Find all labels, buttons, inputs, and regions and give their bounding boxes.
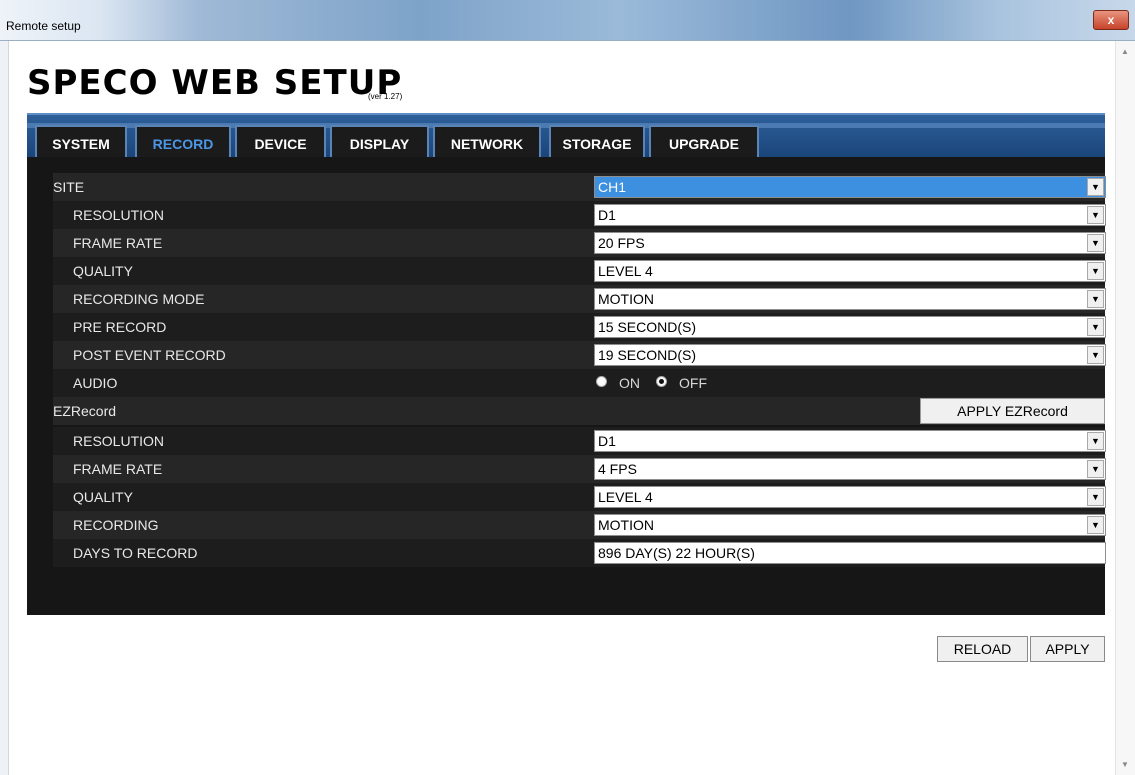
ezrecord-row: EZRecord APPLY EZRecord bbox=[53, 397, 1105, 425]
vertical-scrollbar[interactable]: ▲ ▼ bbox=[1115, 41, 1135, 775]
ez-resolution-select[interactable]: D1 ▼ bbox=[594, 430, 1106, 452]
ez-quality-label: QUALITY bbox=[73, 489, 133, 505]
ez-quality-select[interactable]: LEVEL 4 ▼ bbox=[594, 486, 1106, 508]
reload-button[interactable]: RELOAD bbox=[937, 636, 1028, 662]
ez-quality-select-value: LEVEL 4 bbox=[598, 489, 653, 505]
site-select-value: CH1 bbox=[598, 179, 627, 195]
tab-upgrade[interactable]: UPGRADE bbox=[649, 125, 759, 159]
chevron-down-icon[interactable]: ▼ bbox=[1087, 460, 1104, 478]
pre-record-select[interactable]: 15 SECOND(S) ▼ bbox=[594, 316, 1106, 338]
quality-select[interactable]: LEVEL 4 ▼ bbox=[594, 260, 1106, 282]
tab-system[interactable]: SYSTEM bbox=[35, 125, 127, 159]
quality-label: QUALITY bbox=[73, 263, 133, 279]
ez-frame-rate-row: FRAME RATE 4 FPS ▼ bbox=[53, 455, 1106, 483]
ez-frame-rate-select-value: 4 FPS bbox=[598, 461, 637, 477]
post-event-record-select[interactable]: 19 SECOND(S) ▼ bbox=[594, 344, 1106, 366]
chevron-down-icon[interactable]: ▼ bbox=[1087, 346, 1104, 364]
version-label: (ver 1.27) bbox=[368, 92, 403, 101]
recording-mode-select-value: MOTION bbox=[598, 291, 654, 307]
scroll-down-icon[interactable]: ▼ bbox=[1121, 760, 1129, 769]
ez-frame-rate-select[interactable]: 4 FPS ▼ bbox=[594, 458, 1106, 480]
audio-off-radio[interactable] bbox=[656, 376, 667, 387]
days-to-record-value: 896 DAY(S) 22 HOUR(S) bbox=[598, 545, 755, 561]
tab-device[interactable]: DEVICE bbox=[235, 125, 326, 159]
tab-bar: SYSTEM RECORD DEVICE DISPLAY NETWORK STO… bbox=[27, 113, 1105, 159]
ez-resolution-row: RESOLUTION D1 ▼ bbox=[53, 427, 1106, 455]
quality-select-value: LEVEL 4 bbox=[598, 263, 653, 279]
post-event-record-label: POST EVENT RECORD bbox=[73, 347, 226, 363]
recording-mode-row: RECORDING MODE MOTION ▼ bbox=[53, 285, 1106, 313]
tab-record[interactable]: RECORD bbox=[135, 125, 231, 159]
frame-rate-select[interactable]: 20 FPS ▼ bbox=[594, 232, 1106, 254]
close-button[interactable]: x bbox=[1093, 10, 1129, 30]
frame-rate-row: FRAME RATE 20 FPS ▼ bbox=[53, 229, 1106, 257]
audio-on-radio[interactable] bbox=[596, 376, 607, 387]
ez-recording-label: RECORDING bbox=[73, 517, 159, 533]
chevron-down-icon[interactable]: ▼ bbox=[1087, 318, 1104, 336]
audio-label: AUDIO bbox=[73, 375, 118, 391]
chevron-down-icon[interactable]: ▼ bbox=[1087, 178, 1104, 196]
resolution-select-value: D1 bbox=[598, 207, 616, 223]
chevron-down-icon[interactable]: ▼ bbox=[1087, 432, 1104, 450]
close-icon: x bbox=[1107, 13, 1115, 27]
tab-display[interactable]: DISPLAY bbox=[330, 125, 429, 159]
chevron-down-icon[interactable]: ▼ bbox=[1087, 206, 1104, 224]
tab-network[interactable]: NETWORK bbox=[433, 125, 541, 159]
ez-resolution-label: RESOLUTION bbox=[73, 433, 165, 449]
window-titlebar: Remote setup x bbox=[0, 0, 1135, 41]
site-select[interactable]: CH1 ▼ bbox=[594, 176, 1106, 198]
chevron-down-icon[interactable]: ▼ bbox=[1087, 290, 1104, 308]
quality-row: QUALITY LEVEL 4 ▼ bbox=[53, 257, 1106, 285]
ez-recording-row: RECORDING MOTION ▼ bbox=[53, 511, 1106, 539]
audio-on-label: ON bbox=[619, 375, 640, 391]
window-left-border bbox=[0, 41, 9, 775]
ez-resolution-select-value: D1 bbox=[598, 433, 616, 449]
frame-rate-select-value: 20 FPS bbox=[598, 235, 645, 251]
ezrecord-label: EZRecord bbox=[53, 403, 117, 419]
apply-button[interactable]: APPLY bbox=[1030, 636, 1105, 662]
audio-row: AUDIO ON OFF bbox=[53, 369, 1105, 397]
pre-record-row: PRE RECORD 15 SECOND(S) ▼ bbox=[53, 313, 1106, 341]
ez-frame-rate-label: FRAME RATE bbox=[73, 461, 163, 477]
audio-off-label: OFF bbox=[679, 375, 707, 391]
record-settings-panel: SITE CH1 ▼ RESOLUTION D1 ▼ FRAME RATE 20… bbox=[27, 157, 1106, 615]
chevron-down-icon[interactable]: ▼ bbox=[1087, 262, 1104, 280]
resolution-label: RESOLUTION bbox=[73, 207, 165, 223]
tab-storage[interactable]: STORAGE bbox=[549, 125, 645, 159]
post-event-record-select-value: 19 SECOND(S) bbox=[598, 347, 697, 363]
ez-recording-select[interactable]: MOTION ▼ bbox=[594, 514, 1106, 536]
recording-mode-label: RECORDING MODE bbox=[73, 291, 205, 307]
site-label: SITE bbox=[53, 179, 85, 195]
chevron-down-icon[interactable]: ▼ bbox=[1087, 488, 1104, 506]
post-event-record-row: POST EVENT RECORD 19 SECOND(S) ▼ bbox=[53, 341, 1106, 369]
page-title: SPECO WEB SETUP bbox=[27, 63, 403, 103]
days-to-record-label: DAYS TO RECORD bbox=[73, 545, 198, 561]
recording-mode-select[interactable]: MOTION ▼ bbox=[594, 288, 1106, 310]
ez-recording-select-value: MOTION bbox=[598, 517, 654, 533]
ez-quality-row: QUALITY LEVEL 4 ▼ bbox=[53, 483, 1106, 511]
window-title: Remote setup bbox=[6, 19, 81, 33]
scroll-up-icon[interactable]: ▲ bbox=[1121, 47, 1129, 56]
pre-record-label: PRE RECORD bbox=[73, 319, 167, 335]
chevron-down-icon[interactable]: ▼ bbox=[1087, 516, 1104, 534]
days-to-record-row: DAYS TO RECORD 896 DAY(S) 22 HOUR(S) bbox=[53, 539, 1106, 567]
days-to-record-field: 896 DAY(S) 22 HOUR(S) bbox=[594, 542, 1106, 564]
site-row: SITE CH1 ▼ bbox=[53, 173, 1106, 201]
apply-ezrecord-button[interactable]: APPLY EZRecord bbox=[920, 398, 1105, 424]
pre-record-select-value: 15 SECOND(S) bbox=[598, 319, 697, 335]
resolution-row: RESOLUTION D1 ▼ bbox=[53, 201, 1106, 229]
chevron-down-icon[interactable]: ▼ bbox=[1087, 234, 1104, 252]
frame-rate-label: FRAME RATE bbox=[73, 235, 163, 251]
resolution-select[interactable]: D1 ▼ bbox=[594, 204, 1106, 226]
